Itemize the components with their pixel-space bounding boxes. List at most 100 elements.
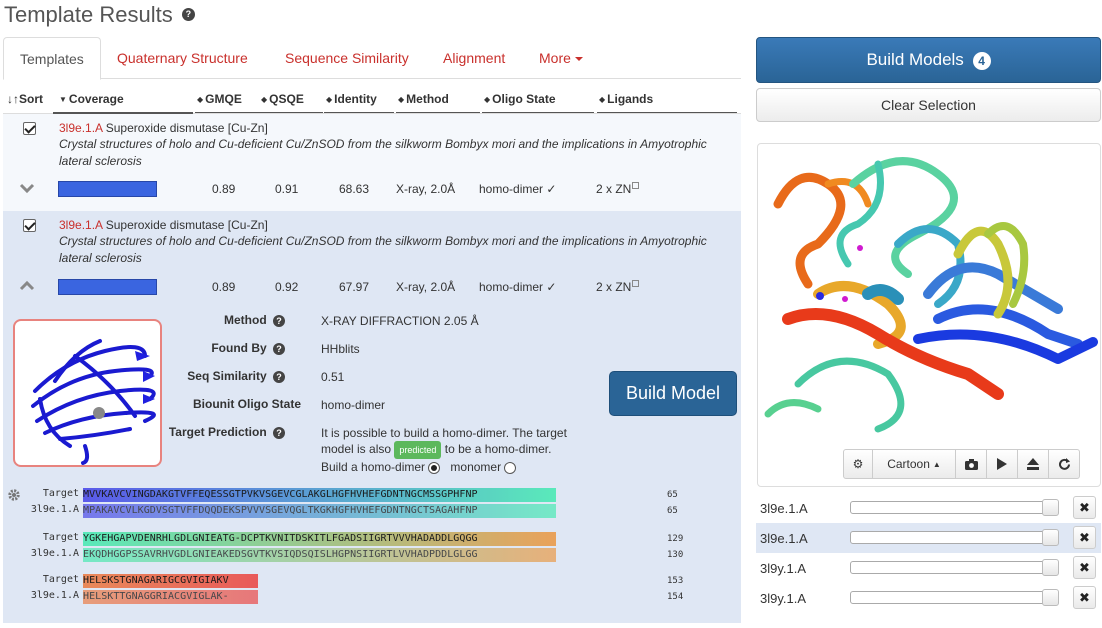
template-description: Crystal structures of holo and Cu-defici… [59, 234, 707, 265]
template-description: Crystal structures of holo and Cu-defici… [59, 137, 707, 168]
detail-biounit-value: homo-dimer [321, 398, 386, 412]
sort-oligo-state[interactable]: ◆ Oligo State [484, 92, 556, 106]
tab-more[interactable]: More [539, 37, 583, 79]
alignment-target-seq: MVVKAVCVINGDAKGTVFFEQESSGTPVKVSGEVCGLAKG… [83, 488, 557, 502]
tab-sequence-similarity[interactable]: Sequence Similarity [285, 37, 409, 79]
help-icon[interactable]: ? [181, 7, 195, 21]
ligands-value[interactable]: 2 x ZN [596, 280, 640, 294]
sort-gmqe[interactable]: ◆ GMQE [197, 92, 242, 106]
chevron-down-icon[interactable] [19, 180, 35, 196]
template-row-expanded[interactable]: 3l9e.1.A Superoxide dismutase [Cu-Zn] Cr… [3, 211, 741, 623]
template-checkbox[interactable] [23, 122, 36, 135]
camera-icon[interactable] [955, 449, 987, 479]
detail-biounit: Biounit Oligo State [165, 397, 301, 411]
alignment-template-end: 130 [667, 550, 684, 560]
alignment-target-seq: YGKEHGAPVDENRHLGDLGNIEATG-DCPTKVNITDSKIT… [83, 532, 557, 546]
settings-gear-icon[interactable]: ⚙ [843, 449, 873, 479]
model-row[interactable]: 3l9e.1.A ✖ [756, 493, 1101, 523]
page-title: Template Results ? [4, 2, 195, 28]
alignment-block: Target 3l9e.1.A MVVKAVCVINGDAKGTVFFEQESSGT… [3, 488, 741, 520]
detail-found-by-value: HHblits [321, 342, 360, 356]
model-opacity-slider[interactable] [850, 591, 1054, 604]
identity-value: 67.97 [339, 280, 370, 294]
sort-ligands[interactable]: ◆ Ligands [599, 92, 653, 106]
alignment-block: Target 3l9e.1.A YGKEHGAPVDENRHLGDLGNIEATG-… [3, 532, 741, 564]
model-opacity-slider[interactable] [850, 501, 1054, 514]
alignment-target-end: 153 [667, 576, 684, 586]
model-opacity-slider[interactable] [850, 561, 1054, 574]
slider-handle[interactable] [1042, 589, 1059, 606]
tab-quaternary-structure[interactable]: Quaternary Structure [117, 37, 248, 79]
target-pred-line1: It is possible to build a homo-dimer. Th… [321, 426, 567, 440]
slider-handle[interactable] [1042, 529, 1059, 546]
help-icon[interactable]: ? [273, 342, 285, 355]
play-icon[interactable] [986, 449, 1018, 479]
detail-biounit-label: Biounit Oligo State [193, 397, 301, 411]
model-label: 3l9e.1.A [760, 501, 808, 516]
build-models-button[interactable]: Build Models 4 [756, 37, 1101, 83]
remove-model-close-icon[interactable]: ✖ [1073, 526, 1096, 549]
refresh-icon[interactable] [1048, 449, 1080, 479]
build-model-button[interactable]: Build Model [609, 371, 737, 416]
alignment-block: Target 3l9e.1.A HELSKSTGNAGARIGCGVIGIAKV HE… [3, 574, 741, 606]
alignment-template-label: 3l9e.1.A [30, 548, 79, 559]
slider-handle[interactable] [1042, 499, 1059, 516]
model-opacity-slider[interactable] [850, 531, 1054, 544]
alignment-template-seq: MPAKAVCVLKGDVSGTVFFDQQDEKSPVVVSGEVQGLTKG… [83, 504, 557, 518]
remove-model-close-icon[interactable]: ✖ [1073, 556, 1096, 579]
model-row[interactable]: 3l9y.1.A ✖ [756, 583, 1101, 613]
sort-coverage[interactable]: ▼ Coverage [59, 92, 124, 106]
template-id-link[interactable]: 3l9e.1.A [59, 218, 102, 232]
tab-alignment[interactable]: Alignment [443, 37, 505, 79]
sort-label: Sort [19, 92, 43, 106]
sort-updown-icon: ◆ [398, 95, 405, 104]
eject-glyph [1027, 458, 1039, 470]
template-id-link[interactable]: 3l9e.1.A [59, 121, 102, 135]
remove-model-close-icon[interactable]: ✖ [1073, 496, 1096, 519]
sort-updown-icon: ◆ [261, 95, 268, 104]
alignment-template-seq: EKQDHGGPSSAVRHVGDLGNIEAKEDSGVTKVSIQDSQIS… [83, 548, 557, 562]
render-mode-label: Cartoon [887, 457, 930, 471]
template-row[interactable]: 3l9e.1.A Superoxide dismutase [Cu-Zn] Cr… [3, 114, 741, 211]
model-row[interactable]: 3l9e.1.A ✖ [756, 523, 1101, 553]
sort-oligo-label: Oligo State [492, 92, 556, 106]
alignment-target-end: 129 [667, 534, 684, 544]
tab-templates[interactable]: Templates [3, 37, 101, 80]
chevron-up-icon[interactable] [19, 278, 35, 294]
play-glyph [997, 458, 1007, 470]
method-value: X-ray, 2.0Å [396, 280, 456, 294]
help-icon[interactable]: ? [273, 370, 285, 383]
alignment-template-label: 3l9e.1.A [30, 504, 79, 515]
identity-value: 68.63 [339, 182, 370, 196]
ligands-text: 2 x ZN [596, 280, 632, 294]
model-row[interactable]: 3l9y.1.A ✖ [756, 553, 1101, 583]
sort-desc-icon: ▼ [59, 95, 67, 104]
ligands-value[interactable]: 2 x ZN [596, 182, 640, 196]
render-mode-dropdown[interactable]: Cartoon ▲ [872, 449, 956, 479]
sort-identity[interactable]: ◆ Identity [326, 92, 377, 106]
qsqe-value: 0.92 [275, 280, 299, 294]
template-checkbox[interactable] [23, 219, 36, 232]
detail-target-prediction: Target Prediction ? [165, 425, 285, 439]
alignment-template-seq: HELSKTTGNAGGRIACGVIGLAK- [83, 590, 258, 604]
sort-toggle[interactable]: ↓↑Sort [7, 92, 43, 106]
monomer-radio[interactable] [504, 461, 517, 474]
sort-qsqe[interactable]: ◆ QSQE [261, 92, 304, 106]
structure-viewer[interactable]: ⚙ Cartoon ▲ [757, 143, 1101, 487]
slider-handle[interactable] [1042, 559, 1059, 576]
qsqe-value: 0.91 [275, 182, 299, 196]
alignment-template-end: 154 [667, 592, 684, 602]
help-icon[interactable]: ? [273, 314, 285, 327]
sort-method[interactable]: ◆ Method [398, 92, 449, 106]
template-structure-thumbnail[interactable] [13, 319, 162, 467]
sort-identity-label: Identity [334, 92, 377, 106]
model-label: 3l9y.1.A [760, 561, 807, 576]
help-icon[interactable]: ? [273, 426, 285, 439]
target-pred-line2: model is also predicted to be a homo-dim… [321, 441, 591, 459]
clear-selection-button[interactable]: Clear Selection [756, 88, 1101, 122]
eject-icon[interactable] [1017, 449, 1049, 479]
remove-model-close-icon[interactable]: ✖ [1073, 586, 1096, 609]
homodimer-radio[interactable] [428, 461, 441, 474]
method-value: X-ray, 2.0Å [396, 182, 456, 196]
sort-underline [259, 112, 323, 113]
